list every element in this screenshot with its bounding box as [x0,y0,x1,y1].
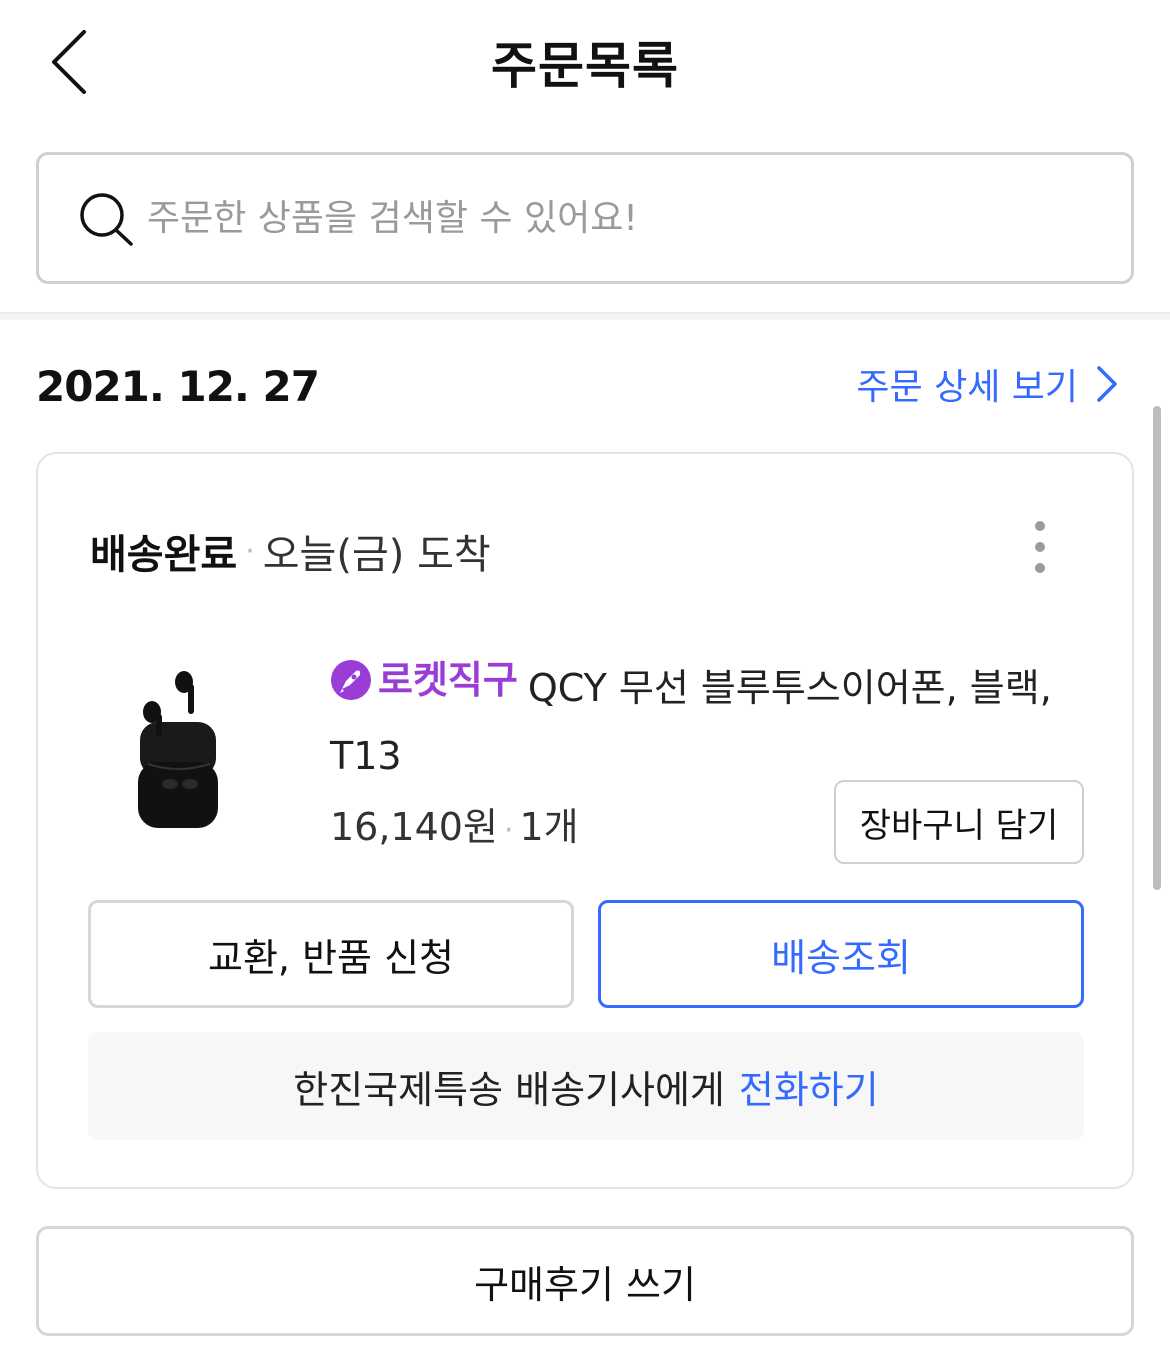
scrollbar[interactable] [1153,406,1161,890]
order-card: 배송완료 · 오늘(금) 도착 로켓직구 QCY 무선 블루투스이어폰, 블랙, … [36,452,1134,1189]
separator-dot: · [503,813,514,848]
product-price: 16,140원 [330,805,498,849]
delivery-status: 배송완료 [90,532,238,578]
write-review-button[interactable]: 구매후기 쓰기 [36,1226,1134,1336]
separator-dot: · [245,533,255,569]
search-input[interactable] [147,197,1047,239]
product-thumbnail[interactable] [128,662,238,832]
page-title: 주문목록 [491,37,679,95]
rocket-icon [331,660,371,700]
product-quantity: 1개 [519,805,579,849]
order-detail-link[interactable]: 주문 상세 보기 [856,358,1118,410]
courier-contact-text: 한진국제특송 배송기사에게 [293,1067,725,1112]
price-row: 16,140원 · 1개 [330,796,579,851]
chevron-right-icon [1097,366,1117,402]
add-to-cart-button[interactable]: 장바구니 담기 [834,780,1084,864]
more-options-icon[interactable] [1028,520,1052,574]
order-detail-label: 주문 상세 보기 [856,367,1078,408]
arrival-info: 오늘(금) 도착 [262,532,491,578]
search-box[interactable] [36,152,1134,284]
product-info[interactable]: 로켓직구 QCY 무선 블루투스이어폰, 블랙, T13 [330,646,1070,790]
rocket-badge-label: 로켓직구 [378,658,518,702]
header: 주문목록 [0,0,1170,125]
search-icon [80,193,133,246]
call-courier-link[interactable]: 전화하기 [739,1059,879,1114]
track-delivery-button[interactable]: 배송조회 [598,900,1084,1008]
order-date: 2021. 12. 27 [36,362,320,411]
rocket-global-badge: 로켓직구 [330,646,518,714]
exchange-return-button[interactable]: 교환, 반품 신청 [88,900,574,1008]
courier-contact-box: 한진국제특송 배송기사에게 전화하기 [88,1032,1084,1140]
delivery-status-row: 배송완료 · 오늘(금) 도착 [90,522,491,580]
section-divider [0,312,1170,320]
